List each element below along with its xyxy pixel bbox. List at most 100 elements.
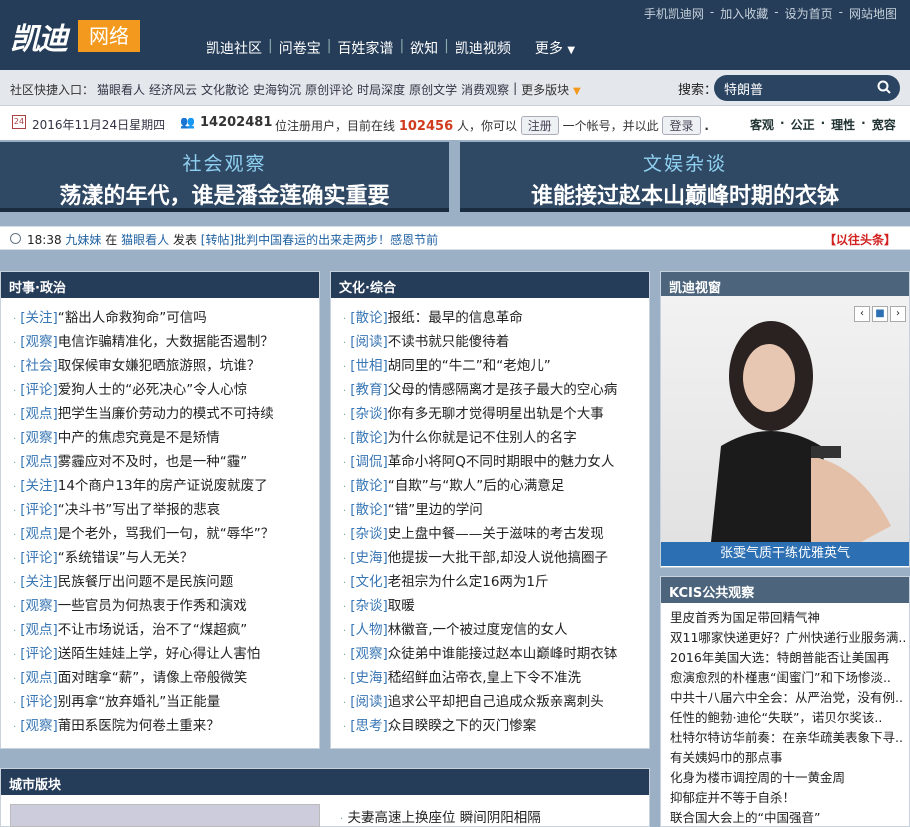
news-tag[interactable]: [杂谈] — [350, 406, 388, 422]
news-tag[interactable]: [观察] — [20, 598, 58, 614]
news-title[interactable]: 爱狗人士的“必死决心”令人心惊 — [58, 382, 248, 398]
news-list-item[interactable]: · [观点]不让市场说话，治不了“煤超疯” — [13, 618, 319, 642]
news-tag[interactable]: [评论] — [20, 382, 58, 398]
news-title[interactable]: 众徒弟中谁能接过赵本山巅峰时期衣钵 — [388, 646, 618, 662]
news-title[interactable]: “豁出人命救狗命”可信吗 — [58, 310, 207, 326]
top-link-homepage[interactable]: 设为首页 — [782, 5, 836, 22]
news-list-item[interactable]: · [关注]民族餐厅出问题不是民族问题 — [13, 570, 319, 594]
kcis-list-item[interactable]: 愈演愈烈的朴槿惠“闺蜜门”和下场惨淡.. — [670, 667, 909, 687]
news-tag[interactable]: [史海] — [350, 670, 388, 686]
news-tag[interactable]: [观察] — [20, 430, 58, 446]
kcis-list-item[interactable]: 联合国大会上的“中国强音” — [670, 807, 909, 827]
news-title[interactable]: 中产的焦虑究竟是不是矫情 — [58, 430, 220, 446]
quick-link[interactable]: 猫眼看人 — [97, 81, 145, 98]
news-title[interactable]: “决斗书”写出了举报的悲哀 — [58, 502, 221, 518]
news-title[interactable]: 你有多无聊才觉得明星出轨是个大事 — [388, 406, 604, 422]
city-image[interactable] — [10, 804, 320, 827]
news-list-item[interactable]: · [杂谈]取暖 — [343, 594, 649, 618]
news-list-item[interactable]: · [关注]“豁出人命救狗命”可信吗 — [13, 306, 319, 330]
news-list-item[interactable]: · [观察]众徒弟中谁能接过赵本山巅峰时期衣钵 — [343, 642, 649, 666]
news-tag[interactable]: [观点] — [20, 526, 58, 542]
nav-item-community[interactable]: 凯迪社区 — [200, 38, 268, 58]
news-tag[interactable]: [关注] — [20, 310, 58, 326]
news-list-item[interactable]: · [观点]雾霾应对不及时，也是一种“霾” — [13, 450, 319, 474]
news-list-item[interactable]: · [观点]面对瞎拿“薪”，请像上帝般微笑 — [13, 666, 319, 690]
news-tag[interactable]: [观察] — [350, 646, 388, 662]
news-tag[interactable]: [思考] — [350, 718, 388, 734]
news-list-item[interactable]: · [关注]14个商户13年的房产证说废就废了 — [13, 474, 319, 498]
news-tag[interactable]: [观点] — [20, 454, 58, 470]
news-title[interactable]: 不读书就只能傻待着 — [388, 334, 510, 350]
news-list-item[interactable]: · [评论]“系统错误”与人无关？ — [13, 546, 319, 570]
news-list-item[interactable]: · [观察]莆田系医院为何卷土重来？ — [13, 714, 319, 738]
news-tag[interactable]: [教育] — [350, 382, 388, 398]
nav-more-button[interactable]: 更多 ▼ — [535, 38, 575, 58]
kcis-list-item[interactable]: 有关姨妈巾的那点事 — [670, 747, 909, 767]
news-list-item[interactable]: · [散论]“错”里边的学问 — [343, 498, 649, 522]
news-tag[interactable]: [散论] — [350, 310, 388, 326]
news-list-item[interactable]: · [文化]老祖宗为什么定16两为1斤 — [343, 570, 649, 594]
news-list-item[interactable]: · [史海]他提拔一大批干部,却没人说他搞圈子 — [343, 546, 649, 570]
news-list-item[interactable]: · [观察]中产的焦虑究竟是不是矫情 — [13, 426, 319, 450]
quick-link[interactable]: 原创评论 — [305, 81, 353, 98]
news-title[interactable]: 林徽音,一个被过度宠信的女人 — [388, 622, 568, 638]
news-title[interactable]: 雾霾应对不及时，也是一种“霾” — [58, 454, 248, 470]
news-tag[interactable]: [观点] — [20, 406, 58, 422]
news-list-item[interactable]: · [散论]“自欺”与“欺人”后的心满意足 — [343, 474, 649, 498]
news-title[interactable]: “错”里边的学问 — [388, 502, 483, 518]
news-tag[interactable]: [调侃] — [350, 454, 388, 470]
nav-item-yuzhi[interactable]: 欲知 — [404, 38, 444, 58]
banner-social[interactable]: 社会观察 荡漾的年代，谁是潘金莲确实重要 — [0, 142, 449, 212]
news-title[interactable]: 众目睽睽之下的灭门惨案 — [388, 718, 537, 734]
kcis-list-item[interactable]: 化身为楼市调控周的十一黄金周 — [670, 767, 909, 787]
news-list-item[interactable]: · [人物]林徽音,一个被过度宠信的女人 — [343, 618, 649, 642]
news-title[interactable]: 父母的情感隔离才是孩子最大的空心病 — [388, 382, 618, 398]
search-input[interactable] — [714, 75, 900, 101]
news-list-item[interactable]: · [思考]众目睽睽之下的灭门惨案 — [343, 714, 649, 738]
news-title[interactable]: 取暖 — [388, 598, 415, 614]
search-icon[interactable] — [877, 80, 891, 94]
news-title[interactable]: 史上盘中餐——关于滋味的考古发现 — [388, 526, 604, 542]
logo[interactable]: 凯迪 — [10, 14, 68, 58]
kcis-list-item[interactable]: 抑郁症并不等于自杀！ — [670, 787, 909, 807]
news-tag[interactable]: [散论] — [350, 478, 388, 494]
register-button[interactable]: 注册 — [520, 116, 559, 135]
news-title[interactable]: 他提拔一大批干部,却没人说他搞圈子 — [388, 550, 608, 566]
news-title[interactable]: 把学生当廉价劳动力的模式不可持续 — [58, 406, 274, 422]
news-title[interactable]: 老祖宗为什么定16两为1斤 — [388, 574, 549, 590]
news-list-item[interactable]: · [阅读]不读书就只能傻待着 — [343, 330, 649, 354]
nav-item-video[interactable]: 凯迪视频 — [449, 38, 517, 58]
news-tag[interactable]: [史海] — [350, 550, 388, 566]
news-list-item[interactable]: · [观点]是个老外，骂我们一句，就“辱华”？ — [13, 522, 319, 546]
news-title[interactable]: 民族餐厅出问题不是民族问题 — [58, 574, 234, 590]
news-tag[interactable]: [评论] — [20, 694, 58, 710]
news-tag[interactable]: [阅读] — [350, 334, 388, 350]
pause-icon[interactable]: ■ — [872, 306, 888, 322]
news-title[interactable]: 面对瞎拿“薪”，请像上帝般微笑 — [58, 670, 248, 686]
quick-more-button[interactable]: 更多版块 ▼ — [521, 81, 581, 98]
news-tag[interactable]: [世相] — [350, 358, 388, 374]
news-tag[interactable]: [杂谈] — [350, 526, 388, 542]
news-list-item[interactable]: · [散论]报纸：最早的信息革命 — [343, 306, 649, 330]
news-title[interactable]: 嵇绍鲜血沾帝衣,皇上下令不准洗 — [388, 670, 581, 686]
top-link-favorite[interactable]: 加入收藏 — [717, 5, 771, 22]
kcis-list-item[interactable]: 双11哪家快递更好？广州快递行业服务满.. — [670, 627, 909, 647]
news-title[interactable]: 是个老外，骂我们一句，就“辱华”？ — [58, 526, 275, 542]
news-list-item[interactable]: · [史海]嵇绍鲜血沾帝衣,皇上下令不准洗 — [343, 666, 649, 690]
news-tag[interactable]: [散论] — [350, 502, 388, 518]
news-list-item[interactable]: · [杂谈]史上盘中餐——关于滋味的考古发现 — [343, 522, 649, 546]
next-arrow-icon[interactable]: › — [890, 306, 906, 322]
past-headlines-link[interactable]: 【以往头条】 — [824, 231, 896, 248]
news-title[interactable]: 为什么你就是记不住别人的名字 — [388, 430, 577, 446]
news-tag[interactable]: [阅读] — [350, 694, 388, 710]
news-list-item[interactable]: · [杂谈]你有多无聊才觉得明星出轨是个大事 — [343, 402, 649, 426]
quick-link[interactable]: 原创文学 — [409, 81, 457, 98]
news-list-item[interactable]: · [阅读]追求公平却把自己追成众叛亲离刺头 — [343, 690, 649, 714]
banner-entertainment[interactable]: 文娱杂谈 谁能接过赵本山巅峰时期的衣钵 — [460, 142, 910, 212]
news-tag[interactable]: [社会] — [20, 358, 58, 374]
news-title[interactable]: “自欺”与“欺人”后的心满意足 — [388, 478, 564, 494]
news-tag[interactable]: [观点] — [20, 670, 58, 686]
news-list-item[interactable]: · [评论]送陌生娃娃上学，好心得让人害怕 — [13, 642, 319, 666]
news-title[interactable]: 革命小将阿Q不同时期眼中的魅力女人 — [388, 454, 615, 470]
city-news-item[interactable]: · 夫妻高速上换座位 瞬间阴阳相隔 — [340, 806, 541, 826]
